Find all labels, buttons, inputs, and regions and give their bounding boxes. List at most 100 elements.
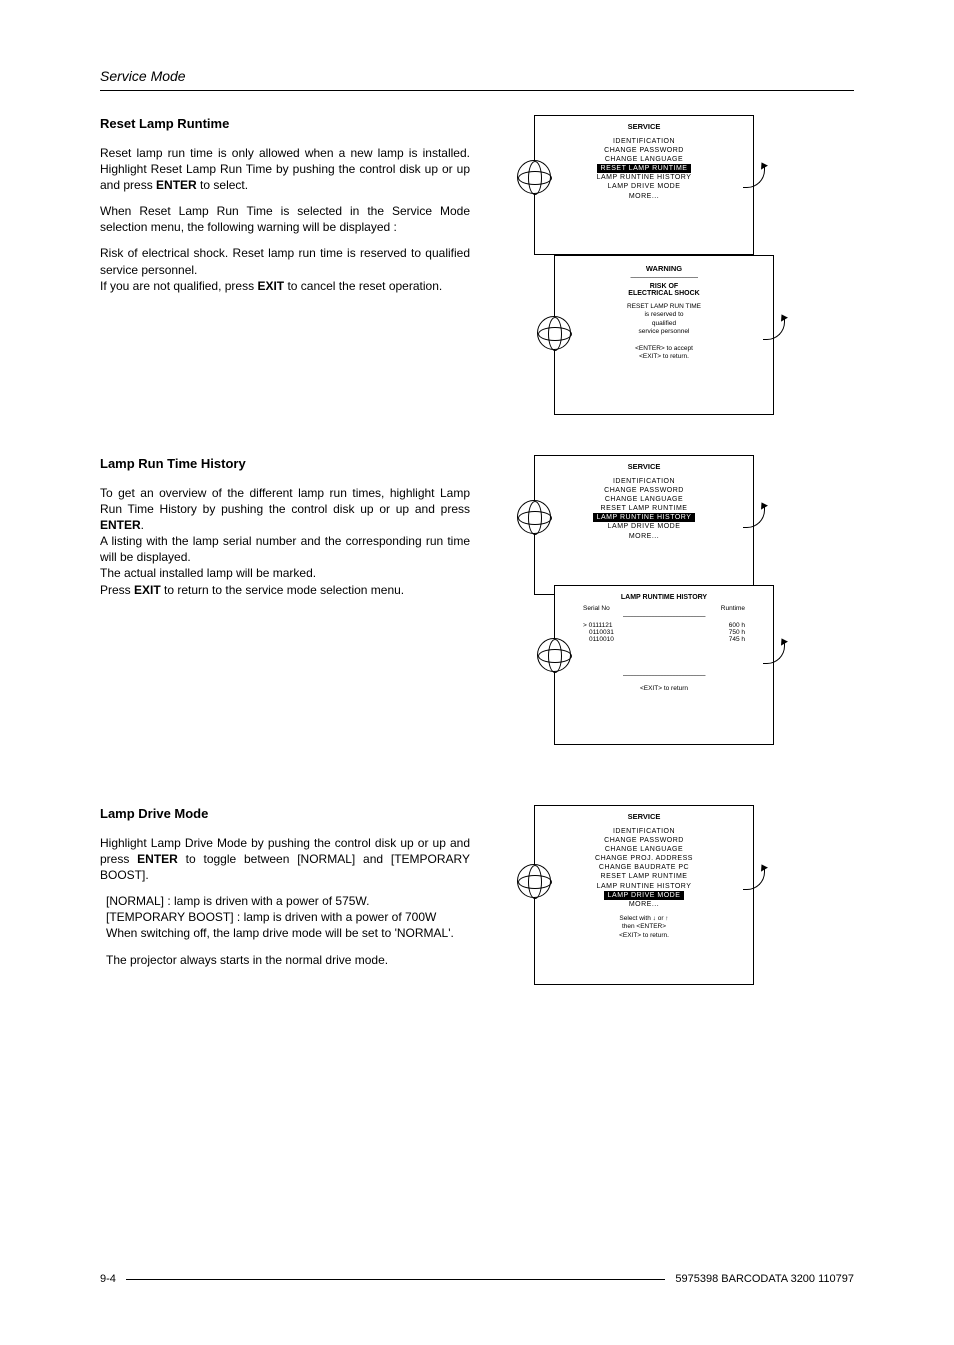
menu-title: SERVICE (535, 122, 753, 131)
menu-item: RESET LAMP RUNTIME (535, 872, 753, 881)
section-drive-mode: Lamp Drive Mode Highlight Lamp Drive Mod… (100, 805, 854, 995)
para: [NORMAL] : lamp is driven with a power o… (100, 893, 470, 909)
t: to return to the service mode selection … (161, 583, 404, 597)
menu-item: IDENTIFICATION (535, 137, 753, 146)
menu-item: CHANGE PASSWORD (535, 836, 753, 845)
menu-item: MORE... (535, 900, 753, 909)
menu-item: LAMP RUNTINE HISTORY (535, 513, 753, 522)
menu-item: MORE... (535, 532, 753, 541)
risk-line: ELECTRICAL SHOCK (555, 290, 773, 297)
page-footer: 9-4 5975398 BARCODATA 3200 110797 (100, 1273, 854, 1285)
diagram-stack: SERVICE IDENTIFICATION CHANGE PASSWORD C… (534, 455, 854, 765)
arrow-icon (763, 642, 785, 664)
menu-item: LAMP RUNTINE HISTORY (535, 173, 753, 182)
menu-footer: Select with ↓ or ↑ then <ENTER> <EXIT> t… (535, 915, 753, 940)
t: . (141, 518, 144, 532)
divider: ----------------------------------------… (555, 275, 773, 281)
arrow-tip-icon (778, 312, 788, 321)
section-history: Lamp Run Time History To get an overview… (100, 455, 854, 765)
warning-body: RESET LAMP RUN TIME is reserved to quali… (555, 303, 773, 337)
menu-item: IDENTIFICATION (535, 477, 753, 486)
footer-rule (126, 1279, 666, 1280)
t: To get an overview of the different lamp… (100, 486, 470, 516)
menu-item: CHANGE PASSWORD (535, 146, 753, 155)
t: qualified (555, 320, 773, 328)
para: Reset lamp run time is only allowed when… (100, 145, 470, 194)
subtitle: Lamp Drive Mode (100, 805, 470, 823)
arrow-icon (743, 868, 765, 890)
divider: ----------------------------------------… (583, 614, 745, 620)
t: ENTER (137, 852, 178, 866)
t: then <ENTER> (535, 923, 753, 931)
para: The actual installed lamp will be marked… (100, 565, 470, 581)
text-column: Lamp Run Time History To get an overview… (100, 455, 470, 765)
figure-column: SERVICE IDENTIFICATION CHANGE PASSWORD C… (500, 805, 854, 995)
t: service personnel (555, 328, 773, 336)
text-column: Reset Lamp Runtime Reset lamp run time i… (100, 115, 470, 415)
menu-item: LAMP DRIVE MODE (535, 182, 753, 191)
risk-line: RISK OF (555, 283, 773, 290)
history-row: 0110031750 h (583, 629, 745, 636)
arrow-icon (763, 318, 785, 340)
t: If you are not qualified, press (100, 279, 257, 293)
arrow-tip-icon (778, 636, 788, 645)
para: A listing with the lamp serial number an… (100, 533, 470, 565)
menu-item: CHANGE PROJ. ADDRESS (535, 854, 753, 863)
arrow-icon (743, 506, 765, 528)
para: Press EXIT to return to the service mode… (100, 582, 470, 598)
cell: 0110010 (583, 636, 614, 643)
globe-icon (517, 864, 551, 898)
menu-item: CHANGE LANGUAGE (535, 155, 753, 164)
cell: 750 h (729, 629, 745, 636)
para: If you are not qualified, press EXIT to … (100, 278, 470, 294)
para: [TEMPORARY BOOST] : lamp is driven with … (100, 909, 470, 925)
arrow-tip-icon (758, 500, 768, 509)
para: Risk of electrical shock. Reset lamp run… (100, 245, 470, 277)
t: <EXIT> to return. (535, 932, 753, 940)
diagram-stack: SERVICE IDENTIFICATION CHANGE PASSWORD C… (534, 115, 854, 415)
menu-items: IDENTIFICATION CHANGE PASSWORD CHANGE LA… (535, 137, 753, 201)
menu-title: SERVICE (535, 462, 753, 471)
menu-item: MORE... (535, 192, 753, 201)
t: EXIT (134, 583, 161, 597)
history-row: > 0111121600 h (583, 622, 745, 629)
col-head: Runtime (721, 605, 745, 612)
menu-item-highlight: LAMP RUNTINE HISTORY (593, 513, 696, 522)
menu-item: CHANGE BAUDRATE PC (535, 863, 753, 872)
running-header: Service Mode (100, 68, 854, 84)
figure-column: SERVICE IDENTIFICATION CHANGE PASSWORD C… (500, 115, 854, 415)
text-column: Lamp Drive Mode Highlight Lamp Drive Mod… (100, 805, 470, 995)
cell: 600 h (729, 622, 745, 629)
t: Select with ↓ or ↑ (535, 915, 753, 923)
arrow-tip-icon (758, 862, 768, 871)
t: <ENTER> to accept (555, 345, 773, 353)
globe-icon (517, 500, 551, 534)
history-title: LAMP RUNTIME HISTORY (555, 594, 773, 601)
doc-id: 5975398 BARCODATA 3200 110797 (675, 1273, 854, 1285)
divider: ----------------------------------------… (555, 673, 773, 679)
history-footer: <EXIT> to return (555, 685, 773, 693)
t: to cancel the reset operation. (284, 279, 442, 293)
para: When Reset Lamp Run Time is selected in … (100, 203, 470, 235)
t: EXIT (257, 279, 284, 293)
subtitle: Lamp Run Time History (100, 455, 470, 473)
menu-item: RESET LAMP RUNTIME (535, 164, 753, 173)
menu-item: CHANGE LANGUAGE (535, 845, 753, 854)
history-row: 0110010745 h (583, 636, 745, 643)
t: is reserved to (555, 311, 773, 319)
menu-items: IDENTIFICATION CHANGE PASSWORD CHANGE LA… (535, 827, 753, 909)
para: When switching off, the lamp drive mode … (100, 925, 470, 941)
t: RESET LAMP RUN TIME (555, 303, 773, 311)
warning-card: WARNING --------------------------------… (554, 255, 774, 415)
menu-item-highlight: RESET LAMP RUNTIME (597, 164, 692, 173)
t: <EXIT> to return. (555, 353, 773, 361)
para: To get an overview of the different lamp… (100, 485, 470, 534)
globe-icon (517, 160, 551, 194)
service-menu-card: SERVICE IDENTIFICATION CHANGE PASSWORD C… (534, 115, 754, 255)
t: Press (100, 583, 134, 597)
para: The projector always starts in the norma… (100, 952, 470, 968)
globe-icon (537, 638, 571, 672)
arrow-icon (743, 166, 765, 188)
menu-item: LAMP DRIVE MODE (535, 891, 753, 900)
globe-icon (537, 316, 571, 350)
